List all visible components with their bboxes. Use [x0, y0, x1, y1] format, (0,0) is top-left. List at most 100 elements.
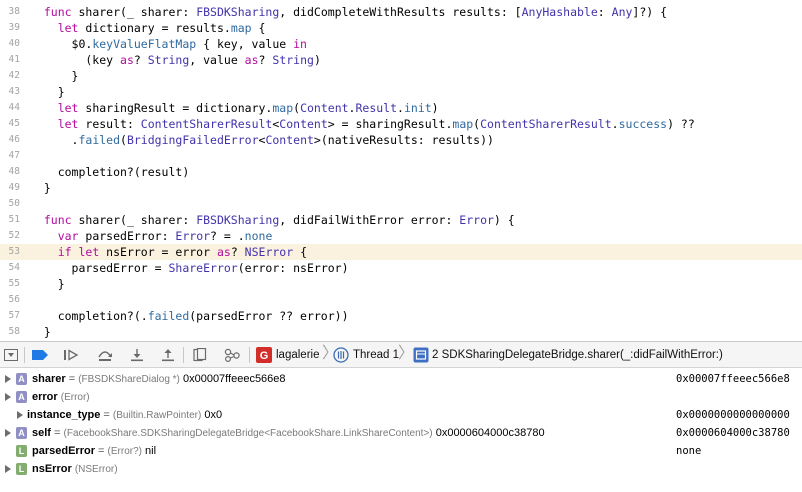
- line-source[interactable]: let result: ContentSharerResult<Content>…: [30, 116, 695, 132]
- line-source[interactable]: let sharingResult = dictionary.map(Conte…: [30, 100, 439, 116]
- code-line[interactable]: 45 let result: ContentSharerResult<Conte…: [0, 116, 802, 132]
- line-source[interactable]: }: [30, 68, 79, 84]
- line-source[interactable]: }: [30, 324, 51, 340]
- breakpoints-active-icon[interactable]: [31, 346, 49, 364]
- variable-row[interactable]: Asharer = (FBSDKShareDialog *) 0x00007ff…: [0, 370, 802, 388]
- line-number[interactable]: 49: [0, 180, 20, 196]
- line-source[interactable]: (key as? String, value as? String): [30, 52, 321, 68]
- line-source[interactable]: completion?(.failed(parsedError ?? error…: [30, 308, 349, 324]
- code-line[interactable]: 46 .failed(BridgingFailedError<Content>(…: [0, 132, 802, 148]
- line-number[interactable]: 40: [0, 36, 20, 52]
- code-line[interactable]: 49 }: [0, 180, 802, 196]
- code-text: >(nativeResults: results)): [313, 133, 494, 147]
- line-source[interactable]: var parsedError: Error? = .none: [30, 228, 273, 244]
- line-source[interactable]: if let nsError = error as? NSError {: [30, 244, 307, 260]
- code-line[interactable]: 41 (key as? String, value as? String): [0, 52, 802, 68]
- type-token: AnyHashable: [521, 5, 598, 19]
- code-line[interactable]: 39 let dictionary = results.map {: [0, 20, 802, 36]
- line-number[interactable]: 53: [0, 244, 20, 260]
- line-source[interactable]: completion?(result): [30, 164, 190, 180]
- code-text: result:: [78, 117, 141, 131]
- line-source[interactable]: .failed(BridgingFailedError<Content>(nat…: [30, 132, 494, 148]
- line-source[interactable]: }: [30, 180, 51, 196]
- toggle-console-icon[interactable]: [2, 346, 20, 364]
- disclosure-triangle-icon[interactable]: [17, 411, 23, 419]
- line-number[interactable]: 56: [0, 292, 20, 308]
- line-source[interactable]: let dictionary = results.map {: [30, 20, 266, 36]
- keyword-token: if let: [57, 245, 100, 259]
- disclosure-triangle-icon[interactable]: [5, 393, 11, 401]
- code-line[interactable]: 44 let sharingResult = dictionary.map(Co…: [0, 100, 802, 116]
- line-source[interactable]: parsedError = ShareError(error: nsError): [30, 260, 349, 276]
- line-number[interactable]: 45: [0, 116, 20, 132]
- breadcrumb-stack-frame[interactable]: 2 SDKSharingDelegateBridge.sharer(_:didF…: [432, 348, 723, 362]
- line-source[interactable]: }: [30, 276, 65, 292]
- member-token: init: [403, 101, 432, 115]
- step-over-icon[interactable]: [96, 346, 114, 364]
- line-number[interactable]: 58: [0, 324, 20, 340]
- code-text: ?: [133, 53, 148, 67]
- line-number[interactable]: 38: [0, 4, 20, 20]
- step-out-icon[interactable]: [159, 346, 177, 364]
- current-line[interactable]: 53 if let nsError = error as? NSError {: [0, 244, 802, 260]
- code-line[interactable]: 47: [0, 148, 802, 164]
- code-line[interactable]: 48 completion?(result): [0, 164, 802, 180]
- code-line[interactable]: 42 }: [0, 68, 802, 84]
- keyword-token: as: [216, 245, 231, 259]
- breadcrumb-thread[interactable]: Thread 1: [353, 348, 399, 362]
- code-line[interactable]: 58 }: [0, 324, 802, 340]
- continue-icon[interactable]: [62, 346, 80, 364]
- line-source[interactable]: func sharer(_ sharer: FBSDKSharing, didC…: [30, 4, 667, 20]
- keyword-token: func: [43, 213, 72, 227]
- line-number[interactable]: 46: [0, 132, 20, 148]
- line-number[interactable]: 44: [0, 100, 20, 116]
- variable-value: 0x00007ffeeec566e8: [182, 373, 286, 385]
- step-into-icon[interactable]: [128, 346, 146, 364]
- app-icon[interactable]: G: [255, 346, 273, 364]
- line-source[interactable]: func sharer(_ sharer: FBSDKSharing, didF…: [30, 212, 515, 228]
- local-badge-icon: L: [16, 463, 27, 475]
- code-line[interactable]: 43 }: [0, 84, 802, 100]
- code-editor[interactable]: 38 func sharer(_ sharer: FBSDKSharing, d…: [0, 0, 802, 341]
- line-number[interactable]: 50: [0, 196, 20, 212]
- variable-row[interactable]: Aerror (Error): [0, 388, 802, 406]
- code-line[interactable]: 54 parsedError = ShareError(error: nsErr…: [0, 260, 802, 276]
- code-line[interactable]: 56: [0, 292, 802, 308]
- stack-frame-icon[interactable]: [412, 346, 430, 364]
- line-source[interactable]: $0.keyValueFlatMap { key, value in: [30, 36, 307, 52]
- disclosure-triangle-icon[interactable]: [5, 375, 11, 383]
- code-line[interactable]: 51 func sharer(_ sharer: FBSDKSharing, d…: [0, 212, 802, 228]
- code-line[interactable]: 50: [0, 196, 802, 212]
- variable-row[interactable]: LparsedError = (Error?) nil none: [0, 442, 802, 460]
- variables-view[interactable]: Asharer = (FBSDKShareDialog *) 0x00007ff…: [0, 368, 802, 492]
- line-number[interactable]: 48: [0, 164, 20, 180]
- line-number[interactable]: 41: [0, 52, 20, 68]
- variable-row[interactable]: LnsError (NSError): [0, 460, 802, 478]
- code-line[interactable]: 55 }: [0, 276, 802, 292]
- line-number[interactable]: 43: [0, 84, 20, 100]
- disclosure-triangle-icon[interactable]: [5, 465, 11, 473]
- line-source[interactable]: }: [30, 84, 65, 100]
- code-text: > = sharingResult.: [327, 117, 453, 131]
- line-number[interactable]: 42: [0, 68, 20, 84]
- line-number[interactable]: 51: [0, 212, 20, 228]
- breadcrumb-app-name[interactable]: lagalerie: [276, 348, 319, 362]
- line-number[interactable]: 55: [0, 276, 20, 292]
- code-line[interactable]: 40 $0.keyValueFlatMap { key, value in: [0, 36, 802, 52]
- variable-row[interactable]: Aself = (FacebookShare.SDKSharingDelegat…: [0, 424, 802, 442]
- code-text: $0.: [30, 37, 93, 51]
- disclosure-triangle-icon[interactable]: [5, 429, 11, 437]
- line-number[interactable]: 52: [0, 228, 20, 244]
- variable-row[interactable]: instance_type = (Builtin.RawPointer) 0x0…: [0, 406, 802, 424]
- code-line[interactable]: 57 completion?(.failed(parsedError ?? er…: [0, 308, 802, 324]
- line-number[interactable]: 39: [0, 20, 20, 36]
- line-number[interactable]: 47: [0, 148, 20, 164]
- view-hierarchy-icon[interactable]: [191, 346, 209, 364]
- line-number[interactable]: 57: [0, 308, 20, 324]
- memory-graph-icon[interactable]: [223, 346, 241, 364]
- code-line[interactable]: 52 var parsedError: Error? = .none: [0, 228, 802, 244]
- code-line[interactable]: 38 func sharer(_ sharer: FBSDKSharing, d…: [0, 4, 802, 20]
- thread-icon[interactable]: [332, 346, 350, 364]
- line-number[interactable]: 54: [0, 260, 20, 276]
